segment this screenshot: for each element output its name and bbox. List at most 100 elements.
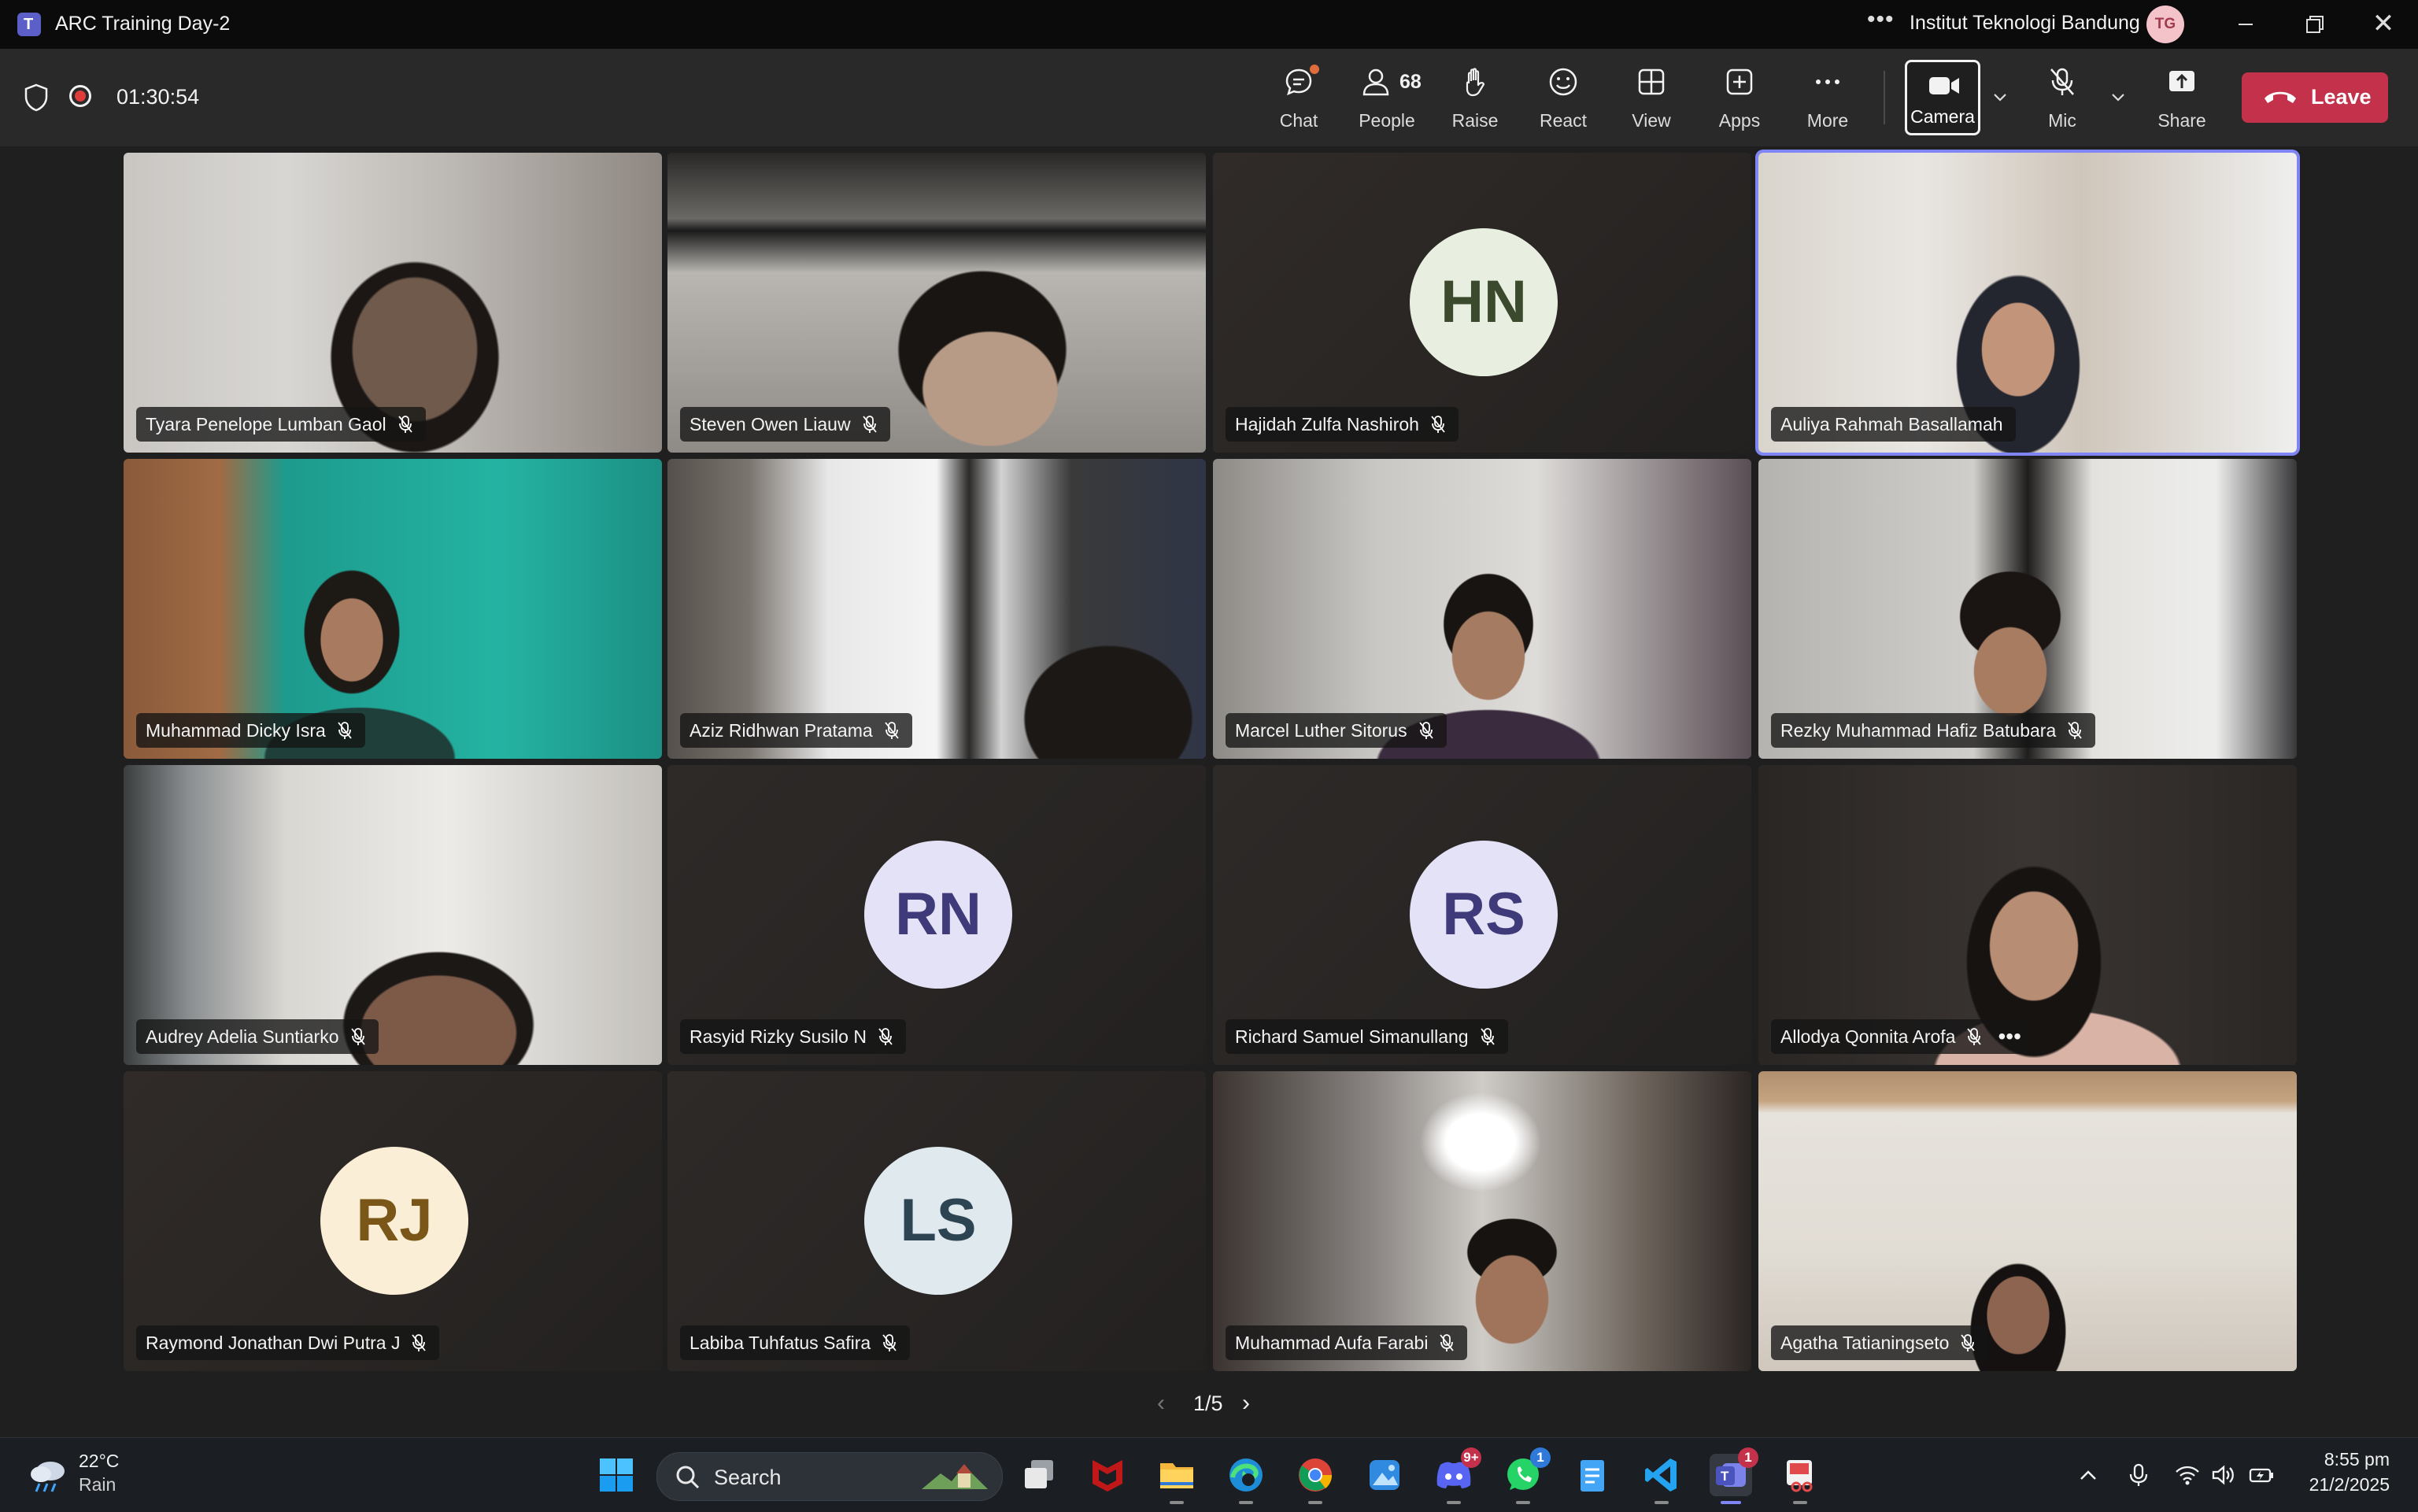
mic-muted-icon [878, 1028, 893, 1045]
participant-name-tag: Allodya Qonnita Arofa ••• [1771, 1019, 2034, 1054]
account-avatar[interactable]: TG [2146, 6, 2184, 43]
camera-label: Camera [1910, 106, 1975, 127]
taskbar-search-box[interactable]: Search [656, 1452, 1003, 1501]
mic-muted-icon [1480, 1028, 1495, 1045]
participant-name-tag: Richard Samuel Simanullang [1226, 1019, 1508, 1054]
meeting-header: 01:30:54 Chat 68 People Raise React View… [0, 49, 2418, 146]
participant-name: Labiba Tuhfatus Safira [690, 1332, 871, 1353]
mic-muted-icon [397, 416, 412, 433]
participant-name-tag: Hajidah Zulfa Nashiroh [1226, 407, 1459, 442]
participant-tile[interactable]: RS Richard Samuel Simanullang [1213, 765, 1751, 1065]
chrome-icon[interactable] [1294, 1454, 1337, 1504]
vscode-icon[interactable] [1640, 1454, 1683, 1504]
participant-tile[interactable]: Allodya Qonnita Arofa ••• [1758, 765, 2297, 1065]
mcafee-icon[interactable] [1086, 1454, 1129, 1496]
more-label: More [1806, 110, 1849, 131]
participant-tile-speaking[interactable]: Auliya Rahmah Basallamah [1758, 153, 2297, 453]
participant-name-tag: Labiba Tuhfatus Safira [680, 1325, 911, 1360]
share-screen-icon [2169, 71, 2194, 91]
react-button[interactable]: React [1524, 49, 1603, 146]
recording-icon [69, 85, 91, 107]
participant-tile[interactable]: RN Rasyid Rizky Susilo N [667, 765, 1206, 1065]
raise-label: Raise [1451, 110, 1499, 131]
battery-charging-icon[interactable] [2248, 1462, 2275, 1488]
leave-button[interactable]: Leave [2242, 72, 2388, 123]
toolbar-divider [1884, 71, 1885, 124]
participant-name: Marcel Luther Sitorus [1235, 719, 1407, 741]
file-explorer-icon[interactable] [1155, 1454, 1198, 1504]
participant-tile[interactable]: Rezky Muhammad Hafiz Batubara [1758, 459, 2297, 759]
participant-name-tag: Audrey Adelia Suntiarko [136, 1019, 379, 1054]
whatsapp-icon[interactable]: 1 [1502, 1447, 1551, 1504]
task-view-icon[interactable] [1019, 1454, 1061, 1496]
participant-tile[interactable]: HN Hajidah Zulfa Nashiroh [1213, 153, 1751, 453]
mic-button[interactable]: Mic [2023, 49, 2102, 146]
edge-icon[interactable] [1225, 1454, 1267, 1504]
participant-tile[interactable]: Aziz Ridhwan Pratama [667, 459, 1206, 759]
wifi-icon[interactable] [2174, 1462, 2201, 1488]
grid-view-icon [1638, 68, 1665, 95]
chat-label: Chat [1279, 110, 1318, 131]
participant-tile[interactable]: Agatha Tatianingseto [1758, 1071, 2297, 1371]
next-page-chevron-icon[interactable]: › [1242, 1390, 1250, 1417]
smile-icon [1549, 68, 1577, 96]
participant-more-icon[interactable]: ••• [1998, 1026, 2021, 1048]
participant-name-tag: Marcel Luther Sitorus [1226, 713, 1447, 748]
close-button[interactable]: ✕ [2369, 9, 2398, 38]
participant-name-tag: Muhammad Aufa Farabi [1226, 1325, 1468, 1360]
minimize-button[interactable] [2231, 9, 2260, 38]
participant-name: Steven Owen Liauw [690, 413, 851, 434]
organization-name[interactable]: Institut Teknologi Bandung [1910, 12, 2140, 35]
participant-tile[interactable]: Marcel Luther Sitorus [1213, 459, 1751, 759]
camera-button[interactable]: Camera [1905, 60, 1980, 135]
discord-icon[interactable]: 9+ [1433, 1447, 1481, 1504]
taskbar-clock-date[interactable]: 21/2/2025 [2287, 1474, 2390, 1495]
show-hidden-icons-chevron-icon[interactable] [2075, 1462, 2102, 1488]
participant-name: Muhammad Dicky Isra [146, 719, 326, 741]
raise-hand-button[interactable]: Raise [1436, 49, 1514, 146]
mic-muted-icon [1961, 1334, 1976, 1351]
mic-muted-icon [1967, 1028, 1982, 1045]
participant-tile[interactable]: Muhammad Dicky Isra [124, 459, 662, 759]
people-count: 68 [1399, 71, 1422, 93]
share-label: Share [2157, 110, 2206, 131]
mic-off-icon [2050, 68, 2074, 95]
mic-muted-icon [2068, 722, 2082, 739]
teams-icon[interactable]: T 1 [1710, 1447, 1758, 1504]
title-more-icon[interactable]: ••• [1867, 6, 1895, 33]
windows-start-icon[interactable] [595, 1454, 638, 1496]
participant-tile[interactable]: Audrey Adelia Suntiarko [124, 765, 662, 1065]
restore-button[interactable] [2300, 9, 2328, 38]
volume-icon[interactable] [2210, 1462, 2237, 1488]
participant-tile[interactable]: Muhammad Aufa Farabi [1213, 1071, 1751, 1371]
more-button[interactable]: More [1788, 49, 1867, 146]
participant-tile[interactable]: Tyara Penelope Lumban Gaol [124, 153, 662, 453]
people-button[interactable]: 68 People [1348, 49, 1426, 146]
mic-muted-icon [1418, 722, 1433, 739]
previous-page-chevron-icon[interactable]: ‹ [1157, 1390, 1165, 1417]
gallery-pagination: ‹ 1/5 › [1157, 1390, 1261, 1418]
camera-options-chevron-icon[interactable] [1991, 88, 2009, 105]
people-icon [1362, 68, 1389, 96]
more-dots-icon [1816, 79, 1839, 84]
mic-options-chevron-icon[interactable] [2109, 88, 2127, 105]
view-button[interactable]: View [1612, 49, 1691, 146]
apps-button[interactable]: Apps [1700, 49, 1779, 146]
participant-tile[interactable]: RJ Raymond Jonathan Dwi Putra J [124, 1071, 662, 1371]
mic-muted-icon [338, 722, 352, 739]
svg-text:T: T [1721, 1469, 1729, 1484]
teams-notification-badge: 1 [1738, 1447, 1758, 1468]
participant-tile[interactable]: Steven Owen Liauw [667, 153, 1206, 453]
participant-tile[interactable]: LS Labiba Tuhfatus Safira [667, 1071, 1206, 1371]
mic-muted-icon [1431, 416, 1445, 433]
snipping-tool-icon[interactable] [1779, 1454, 1821, 1504]
share-button[interactable]: Share [2143, 49, 2221, 146]
weather-rain-icon[interactable] [27, 1455, 69, 1495]
search-highlight-icon [922, 1464, 988, 1489]
microphone-in-use-icon[interactable] [2125, 1462, 2152, 1488]
notepad-icon[interactable] [1571, 1454, 1614, 1496]
photos-icon[interactable] [1363, 1454, 1406, 1496]
video-stage: Tyara Penelope Lumban Gaol Steven Owen L… [0, 146, 2418, 1437]
taskbar-clock-time[interactable]: 8:55 pm [2314, 1449, 2390, 1470]
chat-button[interactable]: Chat [1259, 49, 1338, 146]
